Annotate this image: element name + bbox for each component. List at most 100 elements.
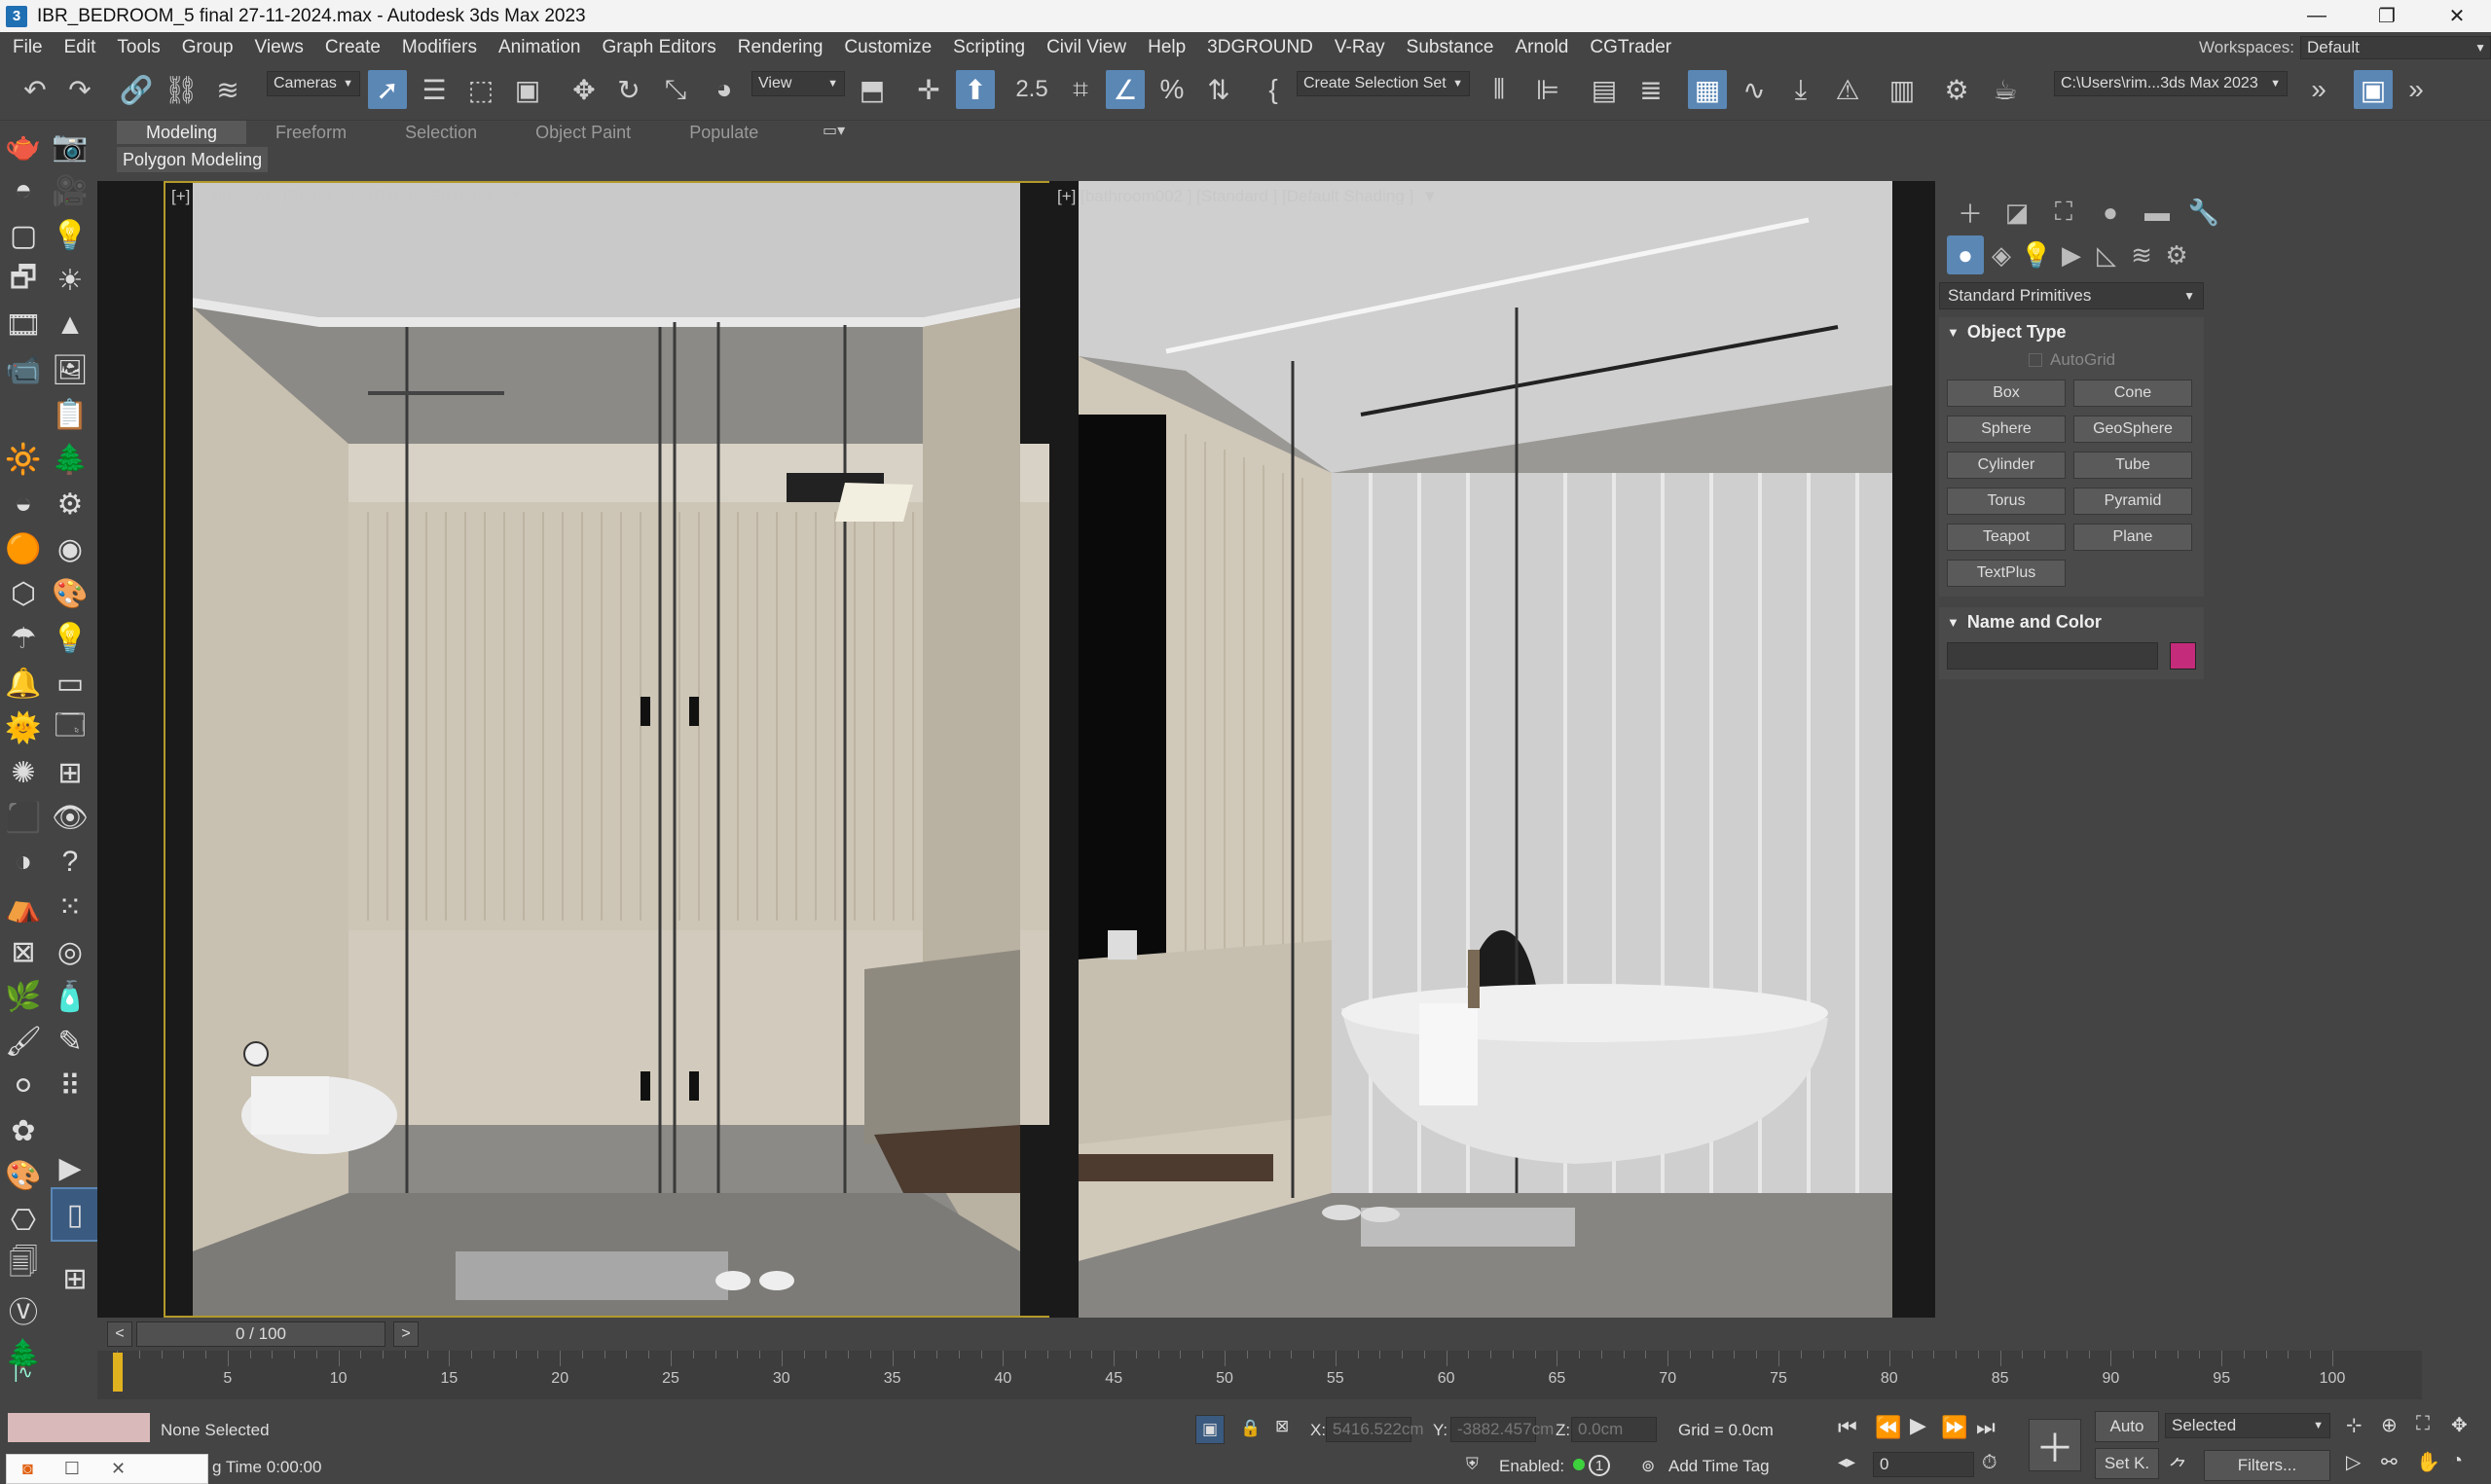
menu-item-graph-editors[interactable]: Graph Editors — [592, 37, 727, 58]
place-icon[interactable]: ◕ — [705, 70, 744, 109]
key-mode-toggle-icon[interactable]: ◂▸ — [1838, 1452, 1855, 1472]
object-name-input[interactable] — [1947, 642, 2158, 670]
cube-icon[interactable]: ⬛ — [4, 798, 43, 837]
toggle-ribbon-icon[interactable]: ▦ — [1688, 70, 1727, 109]
rotate-icon[interactable]: ↻ — [609, 70, 648, 109]
filters-button[interactable]: Filters... — [2204, 1450, 2330, 1481]
ball-icon[interactable]: ⚪ — [4, 1067, 43, 1105]
umbrella-light-icon[interactable]: ☂ — [4, 619, 43, 658]
prev-frame-button[interactable]: < — [107, 1321, 132, 1347]
close-icon[interactable]: ✕ — [111, 1459, 126, 1479]
undo-icon[interactable]: ↶ — [16, 70, 55, 109]
set-key-button[interactable]: Set K. — [2095, 1448, 2159, 1479]
track-bar[interactable]: |∿ 5 10 15 20 25 30 35 40 45 50 55 60 65 70 75 80 85 90 95… — [14, 1351, 2422, 1399]
menu-item-edit[interactable]: Edit — [54, 37, 107, 58]
camera-target-icon[interactable]: 🎥 — [51, 171, 90, 210]
zoom-extents-icon[interactable]: ⊹ — [2346, 1413, 2363, 1437]
snap-icon[interactable]: ⌗ — [1061, 70, 1100, 109]
network-icon[interactable]: ⊠ — [4, 932, 43, 971]
time-tag-icon[interactable]: ⊚ — [1641, 1457, 1655, 1476]
palette-icon[interactable]: 🎨 — [51, 574, 90, 613]
primitive-button-tube[interactable]: Tube — [2073, 452, 2192, 479]
select-object-icon[interactable]: ➚ — [368, 70, 407, 109]
prev-key-icon[interactable]: ⏪ — [1875, 1415, 1901, 1440]
primitive-button-textplus[interactable]: TextPlus — [1947, 560, 2066, 587]
project-path-dropdown[interactable]: C:\Users\rim...3ds Max 2023 ▼ — [2054, 71, 2288, 96]
motion-tab-icon[interactable]: ● — [2087, 193, 2134, 232]
orbit-icon[interactable]: ▷ — [2346, 1450, 2361, 1474]
object-color-swatch[interactable] — [2169, 642, 2196, 670]
primitive-button-teapot[interactable]: Teapot — [1947, 524, 2066, 551]
render-icon[interactable]: 🗗 — [4, 261, 43, 300]
current-frame-input[interactable]: 0 — [1873, 1452, 1974, 1477]
link-icon[interactable]: 🔗 — [117, 70, 156, 109]
menu-item-3dground[interactable]: 3DGROUND — [1196, 37, 1324, 58]
spotlight-icon[interactable]: ▲ — [51, 306, 90, 344]
lights-category-icon[interactable]: 💡 — [2019, 235, 2054, 274]
roll-icon[interactable]: ◔ — [2451, 1450, 2463, 1472]
time-slider-thumb[interactable]: 0 / 100 — [136, 1321, 385, 1347]
primitive-button-geosphere[interactable]: GeoSphere — [2073, 416, 2192, 443]
add-panel-icon[interactable]: ⊞ — [51, 753, 90, 792]
hierarchy-tab-icon[interactable]: ⛶ — [2040, 193, 2087, 232]
menu-item-rendering[interactable]: Rendering — [727, 37, 834, 58]
display-tab-icon[interactable]: ▬ — [2134, 193, 2180, 232]
menu-item-file[interactable]: File — [2, 37, 54, 58]
z-coordinate-input[interactable]: 0.0cm — [1571, 1417, 1657, 1442]
geometry-category-icon[interactable]: ● — [1947, 235, 1984, 274]
absolute-mode-icon[interactable]: ⊠ — [1275, 1417, 1289, 1436]
scene-explorer-icon[interactable]: ▤ — [1585, 70, 1624, 109]
menu-item-civil-view[interactable]: Civil View — [1036, 37, 1137, 58]
dome-icon[interactable]: ◒ — [4, 485, 43, 524]
dots-icon[interactable]: ⁙ — [51, 887, 90, 926]
brush-icon[interactable]: 🖌 — [4, 1022, 43, 1061]
sphere-light-icon[interactable]: 🟠 — [4, 529, 43, 568]
viewport-label-right[interactable]: [+] [bathroom002 ] [Standard ] [Default … — [1057, 187, 1438, 206]
primitive-button-torus[interactable]: Torus — [1947, 488, 2066, 515]
tree-icon[interactable]: 🌲 — [51, 440, 90, 479]
object-type-header[interactable]: ▼ Object Type — [1939, 317, 2204, 346]
play-icon[interactable]: ▶ — [1910, 1413, 1926, 1438]
tripod-icon[interactable]: ⛺ — [4, 887, 43, 926]
add-time-tag-button[interactable]: Add Time Tag — [1668, 1457, 1770, 1476]
select-by-name-icon[interactable]: ☰ — [415, 70, 454, 109]
align-icon[interactable]: ⊫ — [1528, 70, 1567, 109]
menu-item-group[interactable]: Group — [171, 37, 244, 58]
maximize-viewport-icon[interactable]: ⛶ — [2416, 1413, 2430, 1435]
torus-icon[interactable]: ◓ — [4, 171, 43, 210]
bulb-icon[interactable]: 💡 — [51, 619, 90, 658]
overflow-icon[interactable]: » — [2397, 70, 2436, 109]
filter-icon[interactable]: ▼ — [1421, 187, 1438, 206]
menu-item-views[interactable]: Views — [244, 37, 314, 58]
taskbar-app-icon[interactable]: ◙ — [22, 1459, 33, 1479]
unlink-icon[interactable]: ⛓ — [162, 70, 201, 109]
viewport-left[interactable]: [+] [bathroom ] [Standard ] [Default Sha… — [164, 181, 1081, 1318]
lamp-icon[interactable]: 🔆 — [4, 440, 43, 479]
create-tab-icon[interactable]: ＋ — [1947, 193, 1994, 232]
mirror-icon[interactable]: ⫴ — [1480, 70, 1519, 109]
edit-named-selection-icon[interactable]: { — [1254, 70, 1293, 109]
stamp-icon[interactable]: ⎔ — [4, 1201, 43, 1240]
autogrid-checkbox[interactable]: AutoGrid — [1939, 346, 2204, 374]
systems-category-icon[interactable]: ⚙ — [2159, 235, 2194, 274]
layer-explorer-icon[interactable]: ≣ — [1631, 70, 1670, 109]
ribbon-tab-freeform[interactable]: Freeform — [246, 121, 376, 144]
pivot-center-icon[interactable]: ⬒ — [853, 70, 892, 109]
material-icon[interactable]: ◉ — [51, 529, 90, 568]
target-icon[interactable]: ◎ — [51, 932, 90, 971]
selection-filter-dropdown[interactable]: Cameras ▼ — [267, 71, 360, 96]
save-layout-icon[interactable]: ▣ — [2354, 70, 2393, 109]
spray-icon[interactable]: 🧴 — [51, 977, 90, 1016]
molecule-icon[interactable]: ✿ — [4, 1111, 43, 1150]
single-viewport-layout-icon[interactable]: ▯ — [51, 1187, 99, 1242]
grass-icon[interactable]: 🌿 — [4, 977, 43, 1016]
close-button[interactable]: ✕ — [2428, 0, 2486, 32]
reference-coordinate-dropdown[interactable]: View ▼ — [751, 71, 845, 96]
cameras-category-icon[interactable]: ▶ — [2054, 235, 2089, 274]
primitive-button-plane[interactable]: Plane — [2073, 524, 2192, 551]
adaptive-degradation-icon[interactable]: ⛨ — [1466, 1455, 1479, 1474]
menu-item-create[interactable]: Create — [314, 37, 391, 58]
key-filter-dropdown[interactable]: Selected ▼ — [2165, 1413, 2330, 1438]
primitive-button-pyramid[interactable]: Pyramid — [2073, 488, 2192, 515]
field-of-view-icon[interactable]: ✥ — [2451, 1413, 2468, 1437]
